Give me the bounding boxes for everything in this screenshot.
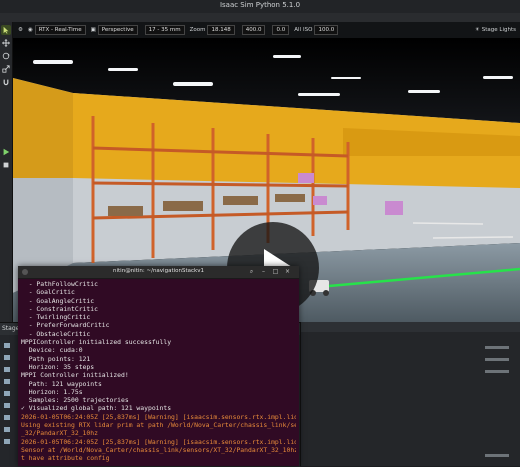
settings-icon[interactable]: ⚙ bbox=[18, 27, 23, 33]
terminal-title: nitin@nitin: ~/navigationStackv1 bbox=[113, 268, 204, 274]
stage-lights-label[interactable]: Stage Lights bbox=[482, 27, 516, 33]
terminal-titlebar: nitin@nitin: ~/navigationStackv1 ⌕ – □ × bbox=[18, 266, 299, 279]
rotate-tool-icon[interactable] bbox=[1, 51, 11, 61]
exposure-field[interactable]: 400.0 bbox=[241, 25, 266, 35]
maximize-icon[interactable]: □ bbox=[272, 269, 279, 275]
lens-select[interactable]: 17 - 35 mm bbox=[144, 25, 185, 35]
window-titlebar: Isaac Sim Python 5.1.0 bbox=[0, 0, 520, 14]
property-toolbar bbox=[301, 322, 520, 332]
window-title: Isaac Sim Python 5.1.0 bbox=[219, 1, 301, 9]
panel-controls bbox=[485, 346, 509, 457]
terminal-line: - GoalAngleCritic bbox=[21, 296, 95, 305]
terminal-output[interactable]: - PathFollowCritic - GoalCritic - GoalAn… bbox=[21, 280, 296, 464]
play-sim-icon[interactable] bbox=[1, 147, 11, 157]
all-label: All bbox=[294, 27, 302, 33]
terminal-line: - TwirlingCritic bbox=[21, 313, 91, 322]
stage-tree-icons bbox=[4, 343, 10, 444]
terminal-warning-line: Sensor at /World/Nova_Carter/chassis_lin… bbox=[21, 445, 296, 454]
terminal-line: Horizon: 35 steps bbox=[21, 362, 95, 371]
terminal-line: Horizon: 1.75s bbox=[21, 387, 83, 396]
tool-palette bbox=[0, 22, 13, 322]
terminal-line: Device: cuda:0 bbox=[21, 346, 83, 355]
fstop-field[interactable]: 0.0 bbox=[272, 25, 290, 35]
terminal-window[interactable]: nitin@nitin: ~/navigationStackv1 ⌕ – □ ×… bbox=[18, 266, 299, 466]
iso-field[interactable]: 100.0 bbox=[314, 25, 339, 35]
renderer-select[interactable]: RTX - Real-Time bbox=[34, 25, 86, 35]
lights-icon[interactable]: ☀ bbox=[475, 27, 480, 33]
terminal-line: Path: 121 waypoints bbox=[21, 379, 102, 388]
select-tool-icon[interactable] bbox=[1, 25, 11, 35]
camera-select[interactable]: Perspective bbox=[97, 25, 138, 35]
terminal-warning-line: Using existing RTX lidar prim at path /W… bbox=[21, 421, 296, 430]
move-tool-icon[interactable] bbox=[1, 38, 11, 48]
viewport-toolbar: ⚙ ◉ RTX - Real-Time ▣ Perspective 17 - 35 … bbox=[13, 22, 520, 38]
zoom-field[interactable]: 18.148 bbox=[207, 25, 235, 35]
terminal-line: Path points: 121 bbox=[21, 354, 91, 363]
stop-sim-icon[interactable] bbox=[1, 160, 11, 170]
zoom-label: Zoom bbox=[189, 27, 206, 33]
close-icon[interactable]: × bbox=[284, 269, 291, 275]
scale-tool-icon[interactable] bbox=[1, 64, 11, 74]
terminal-warning-line: t have attribute config bbox=[21, 454, 110, 463]
terminal-line: - GoalCritic bbox=[21, 288, 75, 297]
terminal-line: Robot 'my_carter' spawned at '/World/Nov… bbox=[21, 463, 296, 464]
minimize-icon[interactable]: – bbox=[260, 269, 267, 275]
menu-bar: FileEditCreateWindowToolsUtilitiesLayout… bbox=[0, 13, 520, 30]
iso-label: ISO bbox=[303, 27, 313, 33]
eye-icon[interactable]: ◉ bbox=[28, 27, 33, 33]
terminal-warning-line: 2026-01-05T06:24:05Z [25,837ms] [Warning… bbox=[21, 437, 296, 446]
terminal-warning-line: _32/PandarXT_32_10hz bbox=[21, 429, 98, 438]
terminal-line: - PreferForwardCritic bbox=[21, 321, 110, 330]
terminal-line: Samples: 2500 trajectories bbox=[21, 396, 129, 405]
terminal-line: - ConstraintCritic bbox=[21, 304, 98, 313]
terminal-line: MPPIController initialized successfully bbox=[21, 338, 172, 347]
property-panel bbox=[300, 322, 520, 466]
terminal-line: MPPI Controller initialized! bbox=[21, 371, 129, 380]
terminal-line: - PathFollowCritic bbox=[21, 280, 98, 288]
snap-tool-icon[interactable] bbox=[1, 77, 11, 87]
terminal-line: ✓ Visualized global path: 121 waypoints bbox=[21, 404, 172, 413]
terminal-warning-line: 2026-01-05T06:24:05Z [25,837ms] [Warning… bbox=[21, 412, 296, 421]
search-icon[interactable]: ⌕ bbox=[248, 269, 255, 275]
camera-icon[interactable]: ▣ bbox=[91, 27, 96, 33]
terminal-line: - ObstacleCritic bbox=[21, 329, 91, 338]
